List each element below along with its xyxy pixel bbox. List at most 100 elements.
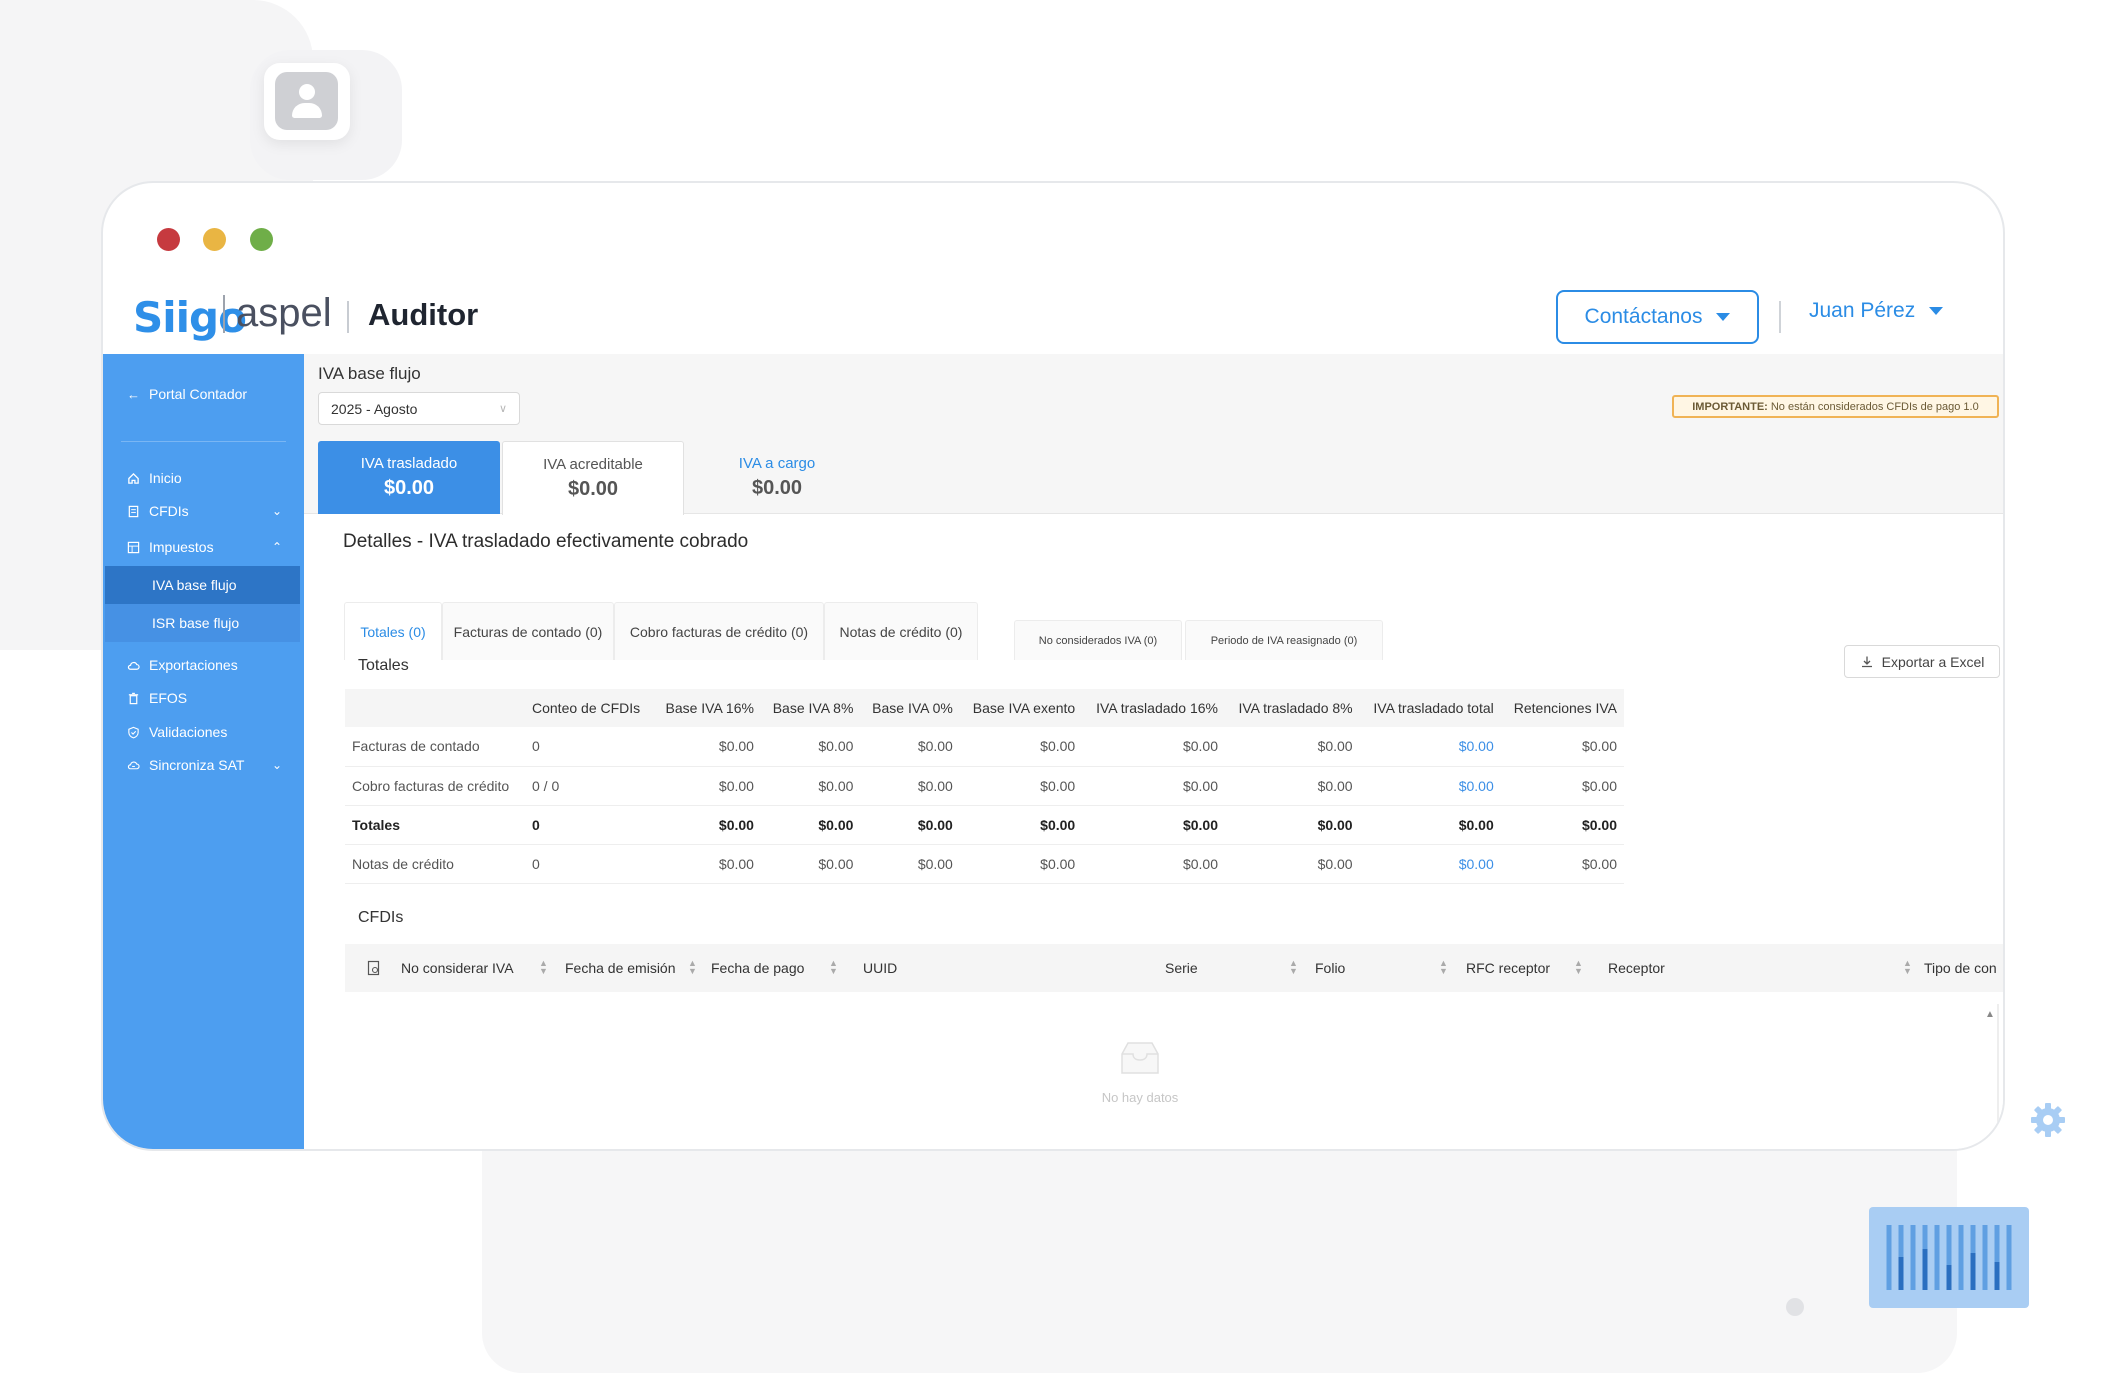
table-cell: $0.00 (1225, 805, 1360, 845)
table-cell: 0 (525, 805, 654, 845)
sidebar-item-label: Inicio (149, 470, 182, 486)
table-cell: Totales (345, 805, 525, 845)
sidebar-subitem-iva-base-flujo[interactable]: IVA base flujo (105, 566, 300, 604)
tab-no-considerados-iva[interactable]: No considerados IVA (0) (1014, 620, 1182, 660)
sidebar-back-portal-contador[interactable]: ← Portal Contador (103, 376, 304, 412)
column-header-receptor[interactable]: Receptor (1608, 944, 1665, 992)
main-content: IVA base flujo 2025 - Agosto ∨ IMPORTANT… (304, 354, 2003, 1149)
column-header-folio[interactable]: Folio (1315, 944, 1345, 992)
sort-icon[interactable]: ▲ ▼ (1439, 959, 1448, 976)
empty-inbox-icon (1121, 1042, 1159, 1074)
table-cell: $0.00 (1082, 844, 1225, 884)
export-button-label: Exportar a Excel (1881, 653, 1985, 670)
sort-icon[interactable]: ▲ ▼ (688, 959, 697, 976)
contact-button[interactable]: Contáctanos (1556, 290, 1759, 344)
cloud-icon (127, 661, 140, 670)
column-header-fecha-pago[interactable]: Fecha de pago (711, 944, 804, 992)
table-cell: $0.00 (959, 844, 1083, 884)
window-close-button[interactable] (157, 228, 180, 251)
column-header-no-considerar-iva[interactable]: No considerar IVA (401, 944, 514, 992)
column-header-tipo-de-con[interactable]: Tipo de con (1924, 944, 2003, 992)
table-cell: $0.00 (959, 766, 1083, 806)
important-notice-text: No están considerados CFDIs de pago 1.0 (1770, 400, 1979, 413)
sort-icon[interactable]: ▲ ▼ (539, 959, 548, 976)
table-cell: 0 (525, 844, 654, 884)
sort-icon[interactable]: ▲ ▼ (1289, 959, 1298, 976)
sidebar-item-label: CFDIs (149, 503, 189, 519)
table-cell: $0.00 (760, 805, 861, 845)
table-cell: $0.00 (1500, 766, 1624, 806)
cfdis-section-title: CFDIs (358, 909, 404, 926)
table-cell-link[interactable]: $0.00 (1359, 844, 1501, 884)
tab-facturas-de-contado[interactable]: Facturas de contado (0) (442, 602, 614, 660)
table-cell: Cobro facturas de crédito (345, 766, 525, 806)
sidebar-item-sincroniza-sat[interactable]: Sincroniza SAT ⌄ (103, 747, 304, 783)
table-cell: $0.00 (1082, 805, 1225, 845)
table-cell-link[interactable]: $0.00 (1359, 727, 1501, 767)
sidebar-item-label: Sincroniza SAT (149, 757, 245, 773)
tab-label: Cobro facturas de crédito (0) (629, 623, 809, 640)
sidebar-item-cfdis[interactable]: CFDIs ⌄ (103, 493, 304, 529)
column-header-serie[interactable]: Serie (1165, 944, 1198, 992)
table-cell: $0.00 (860, 727, 960, 767)
column-settings-icon[interactable] (367, 960, 381, 976)
export-excel-button[interactable]: Exportar a Excel (1844, 645, 2000, 678)
sync-icon (127, 761, 140, 769)
table-row-totals: Totales 0 $0.00 $0.00 $0.00 $0.00 $0.00 … (345, 805, 1624, 845)
scrollbar[interactable] (1997, 1004, 1999, 1149)
summary-card-label: IVA a cargo (738, 455, 816, 472)
tab-label: No considerados IVA (0) (1038, 634, 1158, 647)
table-cell: $0.00 (1500, 844, 1624, 884)
aspel-logo: aspel (236, 291, 332, 335)
summary-card-label: IVA acreditable (543, 456, 643, 473)
summary-card-label: IVA trasladado (360, 455, 458, 472)
column-header-fecha-emision[interactable]: Fecha de emisión (565, 944, 676, 992)
table-header-row: Conteo de CFDIs Base IVA 16% Base IVA 8%… (345, 689, 1624, 727)
scroll-up-icon[interactable]: ▲ (1985, 1009, 1995, 1020)
window-minimize-button[interactable] (203, 228, 226, 251)
table-cell: $0.00 (653, 844, 761, 884)
gear-icon (2031, 1103, 2065, 1137)
sidebar-item-impuestos[interactable]: Impuestos ⌃ (103, 529, 304, 565)
summary-card-iva-acreditable[interactable]: IVA acreditable $0.00 (502, 441, 684, 515)
table-cell: $0.00 (760, 727, 861, 767)
summary-card-iva-a-cargo[interactable]: IVA a cargo $0.00 (686, 441, 868, 514)
sort-icon[interactable]: ▲ ▼ (1574, 959, 1583, 976)
table-cell-link[interactable]: $0.00 (1359, 805, 1501, 845)
barcode-icon (1869, 1207, 2029, 1308)
siigo-logo: Siigo (133, 293, 247, 342)
important-notice-prefix: IMPORTANTE: (1692, 400, 1768, 413)
window-maximize-button[interactable] (250, 228, 273, 251)
tab-notas-de-credito[interactable]: Notas de crédito (0) (824, 602, 978, 660)
tab-periodo-de-iva-reasignado[interactable]: Periodo de IVA reasignado (0) (1185, 620, 1383, 660)
sidebar-item-inicio[interactable]: Inicio (103, 460, 304, 496)
period-select[interactable]: 2025 - Agosto ∨ (318, 392, 520, 425)
table-cell-link[interactable]: $0.00 (1359, 766, 1501, 806)
sort-icon[interactable]: ▲ ▼ (829, 959, 838, 976)
top-header: Siigo aspel Auditor Contáctanos Juan Pér… (103, 283, 2003, 353)
summary-card-value: $0.00 (383, 477, 435, 499)
sidebar-subitem-label: IVA base flujo (152, 577, 237, 593)
column-header-rfc-receptor[interactable]: RFC receptor (1466, 944, 1550, 992)
tab-cobro-facturas-de-credito[interactable]: Cobro facturas de crédito (0) (614, 602, 824, 660)
table-header-cell: IVA trasladado total (1359, 689, 1501, 727)
sort-icon[interactable]: ▲ ▼ (1903, 959, 1912, 976)
sidebar-subitem-isr-base-flujo[interactable]: ISR base flujo (105, 604, 300, 642)
sidebar-item-label: Portal Contador (149, 386, 248, 402)
summary-card-iva-trasladado[interactable]: IVA trasladado $0.00 (318, 441, 500, 514)
table-cell: $0.00 (860, 844, 960, 884)
sidebar-item-label: Validaciones (149, 724, 228, 740)
tab-label: Totales (0) (360, 623, 426, 640)
column-header-uuid[interactable]: UUID (863, 944, 897, 992)
sidebar-subitem-label: ISR base flujo (152, 615, 240, 631)
logo-divider (223, 295, 225, 333)
empty-state-text: No hay datos (1101, 1090, 1179, 1105)
user-menu[interactable]: Juan Pérez (1809, 299, 1944, 323)
tab-totales[interactable]: Totales (0) (344, 602, 442, 660)
summary-area: IVA base flujo 2025 - Agosto ∨ IMPORTANT… (304, 354, 2003, 515)
sidebar-item-validaciones[interactable]: Validaciones (103, 714, 304, 750)
sidebar-item-exportaciones[interactable]: Exportaciones (103, 647, 304, 683)
tab-label: Facturas de contado (0) (453, 623, 603, 640)
sidebar-divider (121, 441, 286, 442)
sidebar-item-efos[interactable]: EFOS (103, 680, 304, 716)
